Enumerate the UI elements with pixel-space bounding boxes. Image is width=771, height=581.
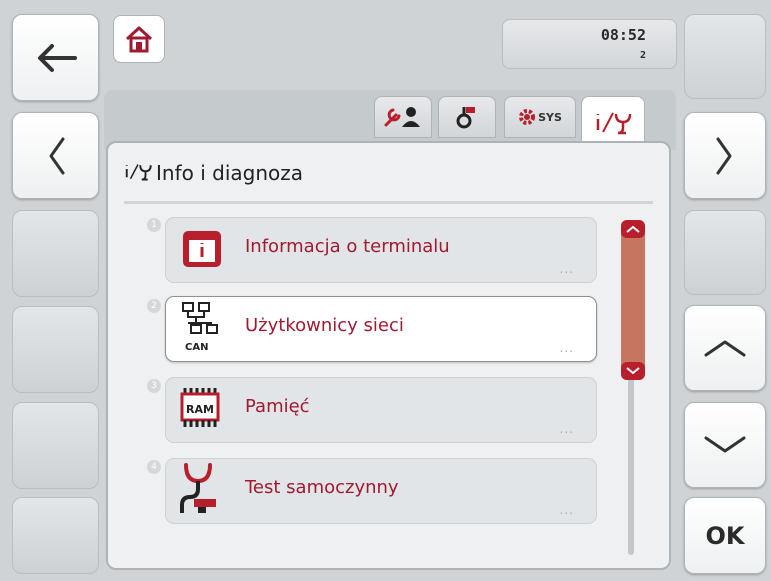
item-label: Informacja o terminalu: [245, 236, 450, 257]
more-indicator: ...: [559, 503, 574, 517]
back-arrow-button[interactable]: [12, 14, 99, 101]
softkey-left-4: [12, 306, 99, 393]
item-label: Użytkownicy sieci: [245, 315, 404, 336]
main-panel: Info i diagnoza 1 Informacja o terminalu…: [106, 141, 671, 570]
home-button[interactable]: [113, 15, 165, 63]
can-icon-text: CAN: [185, 342, 208, 353]
ram-memory-icon: RAM: [180, 388, 220, 427]
item-number: 1: [147, 218, 161, 232]
chevron-down-icon: [626, 367, 640, 375]
item-label: Test samoczynny: [245, 477, 399, 498]
chevron-left-icon: [49, 137, 64, 174]
scroll-down-cap[interactable]: [621, 362, 645, 380]
more-indicator: ...: [559, 262, 574, 276]
status-clock: 08:52 2: [502, 19, 677, 69]
service-icon: [456, 107, 475, 129]
ram-icon-text: RAM: [186, 403, 214, 416]
ok-button[interactable]: OK: [684, 497, 766, 574]
scroll-up-button[interactable]: [684, 305, 766, 391]
tab-settings-user[interactable]: [374, 96, 432, 138]
sys-label: SYS: [538, 110, 562, 124]
home-icon: [125, 26, 153, 53]
next-tab-button[interactable]: [684, 112, 766, 199]
ok-label: OK: [705, 521, 745, 550]
softkey-left-5: [12, 402, 99, 489]
info-diagnosis-icon: [125, 164, 152, 181]
chevron-right-icon: [716, 137, 732, 174]
list-item-memory[interactable]: RAM Pamięć ...: [165, 377, 597, 443]
chevron-down-icon: [704, 436, 746, 453]
info-diagnosis-icon: [596, 112, 632, 134]
softkey-left-6: [12, 497, 99, 574]
chevron-up-icon: [626, 225, 640, 233]
scrollbar-thumb[interactable]: [621, 220, 645, 380]
item-label: Pamięć: [245, 396, 310, 417]
list-item-self-test[interactable]: Test samoczynny ...: [165, 458, 597, 524]
wrench-user-icon: [384, 107, 420, 127]
terminal-info-icon: [183, 231, 221, 267]
list-item-network-users[interactable]: CAN Użytkownicy sieci ...: [165, 296, 597, 362]
gear-sys-icon: [519, 109, 536, 125]
tab-system[interactable]: SYS: [504, 96, 576, 138]
softkey-right-1: [684, 14, 766, 99]
softkey-right-3: [684, 210, 766, 295]
list-item-terminal-info[interactable]: Informacja o terminalu ...: [165, 217, 597, 283]
more-indicator: ...: [559, 422, 574, 436]
tab-service[interactable]: [438, 96, 496, 138]
stethoscope-icon: [180, 463, 216, 513]
title-divider: [124, 201, 653, 204]
page-title: Info i diagnoza: [156, 161, 303, 185]
arrow-left-icon: [37, 43, 77, 72]
previous-tab-button[interactable]: [12, 112, 99, 199]
clock-sub: 2: [639, 50, 646, 61]
more-indicator: ...: [559, 341, 574, 355]
item-number: 3: [147, 379, 161, 393]
chevron-up-icon: [704, 340, 746, 357]
clock-time: 08:52: [600, 26, 646, 44]
item-number: 4: [147, 460, 161, 474]
scroll-up-cap[interactable]: [621, 220, 645, 238]
can-network-icon: CAN: [182, 302, 218, 353]
softkey-left-3: [12, 210, 99, 297]
item-number: 2: [147, 299, 161, 313]
scroll-down-button[interactable]: [684, 402, 766, 488]
